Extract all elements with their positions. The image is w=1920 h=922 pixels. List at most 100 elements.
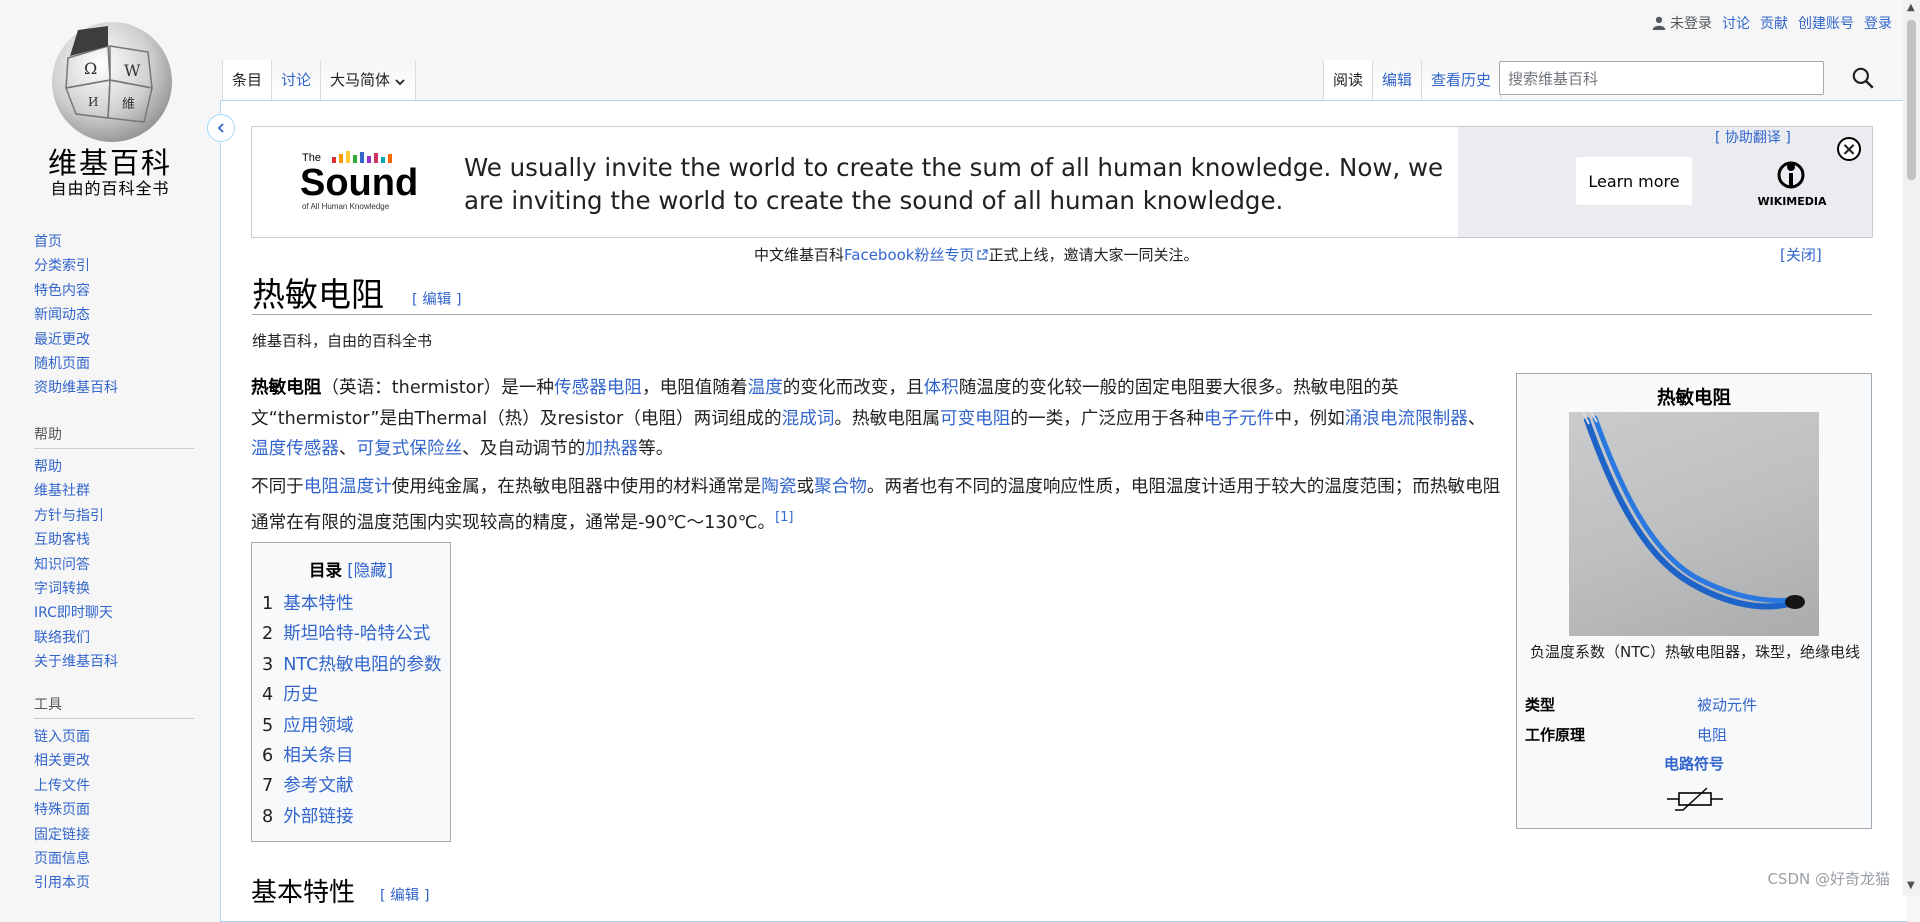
nav-help-item-2[interactable]: 方针与指引 xyxy=(34,504,194,528)
nav-main-item-4[interactable]: 最近更改 xyxy=(34,328,194,352)
reference-1[interactable]: [1] xyxy=(775,510,793,525)
chevron-left-icon xyxy=(217,123,224,133)
link-electronic-component[interactable]: 电子元件 xyxy=(1204,409,1274,429)
thermistor-photo[interactable] xyxy=(1569,412,1819,636)
link-polymer[interactable]: 聚合物 xyxy=(814,477,867,497)
nav-tools-item-1[interactable]: 相关更改 xyxy=(34,749,194,773)
nav-help-item-6[interactable]: IRC即时聊天 xyxy=(34,601,194,625)
section-edit-link[interactable]: [ 编辑 ] xyxy=(380,884,430,905)
toc-item-7[interactable]: 7 参考文献 xyxy=(262,771,450,801)
toc-link[interactable]: 外部链接 xyxy=(283,807,353,827)
link-portmanteau[interactable]: 混成词 xyxy=(782,409,835,429)
link-ceramic[interactable]: 陶瓷 xyxy=(761,477,796,497)
link-temperature-sensor[interactable]: 温度传感器 xyxy=(251,439,339,459)
scrollbar-thumb[interactable] xyxy=(1907,20,1916,180)
scrollbar[interactable]: ▲ ▼ xyxy=(1903,0,1920,896)
link-heater[interactable]: 加热器 xyxy=(585,439,638,459)
tab-article[interactable]: 条目 xyxy=(222,60,272,100)
toc-title-row: 目录 [隐藏] xyxy=(252,557,450,581)
link-inrush-limiter[interactable]: 涌浪电流限制器 xyxy=(1345,409,1468,429)
nav-main-item-0[interactable]: 首页 xyxy=(34,230,194,254)
nav-tools-item-3[interactable]: 特殊页面 xyxy=(34,798,194,822)
scroll-up-icon[interactable]: ▲ xyxy=(1907,2,1915,13)
toc-item-3[interactable]: 3 NTC热敏电阻的参数 xyxy=(262,650,450,680)
wikipedia-logo[interactable]: Ω W И 維 维基百科 自由的百科全书 xyxy=(30,18,190,198)
nav-help: 帮助 帮助 维基社群 方针与指引 互助客栈 知识问答 字词转换 IRC即时聊天 联络我们 关于维… xyxy=(34,424,194,675)
toc-item-2[interactable]: 2 斯坦哈特-哈特公式 xyxy=(262,619,450,649)
puzzle-globe-icon: Ω W И 維 xyxy=(52,22,172,142)
scroll-down-icon[interactable]: ▼ xyxy=(1907,880,1915,891)
infobox-principle-key: 工作原理 xyxy=(1525,726,1586,744)
nav-main-item-2[interactable]: 特色内容 xyxy=(34,279,194,303)
nav-help-item-5[interactable]: 字词转换 xyxy=(34,577,194,601)
login-link[interactable]: 登录 xyxy=(1864,13,1892,33)
toc-item-1[interactable]: 1 基本特性 xyxy=(262,589,450,619)
learn-more-button[interactable]: Learn more xyxy=(1576,157,1692,205)
tab-edit[interactable]: 编辑 xyxy=(1371,60,1421,100)
nav-help-item-4[interactable]: 知识问答 xyxy=(34,553,194,577)
variant-dropdown[interactable]: 大马简体 xyxy=(320,60,417,100)
nav-tools-item-6[interactable]: 引用本页 xyxy=(34,871,194,895)
nav-help-list: 帮助 维基社群 方针与指引 互助客栈 知识问答 字词转换 IRC即时聊天 联络我们 关于维基百科 xyxy=(34,455,194,675)
toc-link[interactable]: 相关条目 xyxy=(283,746,353,766)
wikimedia-label: WIKIMEDIA xyxy=(1757,195,1827,208)
contributions-link[interactable]: 贡献 xyxy=(1760,13,1788,33)
nav-main-item-1[interactable]: 分类索引 xyxy=(34,254,194,278)
nav-main-item-6[interactable]: 资助维基百科 xyxy=(34,376,194,400)
tab-read[interactable]: 阅读 xyxy=(1322,60,1372,100)
thermistor-symbol-icon[interactable] xyxy=(1665,784,1725,814)
nav-help-item-1[interactable]: 维基社群 xyxy=(34,479,194,503)
toc-link[interactable]: 历史 xyxy=(283,685,318,705)
intro-paragraph-1: 热敏电阻（英语：thermistor）是一种传感器电阻，电阻值随着温度的变化而改… xyxy=(251,373,1501,465)
assist-translate-link[interactable]: [ 协助翻译 ] xyxy=(1715,127,1791,147)
talk-link[interactable]: 讨论 xyxy=(1722,13,1750,33)
toc-link[interactable]: NTC热敏电阻的参数 xyxy=(283,655,441,675)
toc-item-4[interactable]: 4 历史 xyxy=(262,680,450,710)
link-sensor-resistor[interactable]: 传感器电阻 xyxy=(554,378,642,398)
link-volume[interactable]: 体积 xyxy=(924,378,959,398)
nav-tools-item-0[interactable]: 链入页面 xyxy=(34,725,194,749)
nav-main-list: 首页 分类索引 特色内容 新闻动态 最近更改 随机页面 资助维基百科 xyxy=(34,230,194,401)
toc-item-6[interactable]: 6 相关条目 xyxy=(262,741,450,771)
search-input[interactable]: 搜索维基百科 xyxy=(1499,61,1824,95)
infobox-type-value[interactable]: 被动元件 xyxy=(1697,694,1757,715)
search-icon[interactable] xyxy=(1850,65,1876,91)
link-variable-resistor[interactable]: 可变电阻 xyxy=(940,409,1010,429)
notice-close-link[interactable]: [关闭] xyxy=(1780,244,1822,265)
toc-link[interactable]: 斯坦哈特-哈特公式 xyxy=(283,624,430,644)
toc-link[interactable]: 基本特性 xyxy=(283,594,353,614)
circuit-symbol-header[interactable]: 电路符号 xyxy=(1517,753,1871,774)
infobox-principle-value[interactable]: 电阻 xyxy=(1697,724,1727,745)
nav-help-item-0[interactable]: 帮助 xyxy=(34,455,194,479)
toc-item-8[interactable]: 8 外部链接 xyxy=(262,802,450,832)
nav-help-item-7[interactable]: 联络我们 xyxy=(34,626,194,650)
title-edit-link[interactable]: [ 编辑 ] xyxy=(412,288,462,309)
link-temperature[interactable]: 温度 xyxy=(748,378,783,398)
nav-tools-item-4[interactable]: 固定链接 xyxy=(34,823,194,847)
toc-number: 2 xyxy=(262,624,274,645)
text: 、及自动调节的 xyxy=(462,439,586,459)
link-resettable-fuse[interactable]: 可复式保险丝 xyxy=(357,439,463,459)
nav-help-item-3[interactable]: 互助客栈 xyxy=(34,528,194,552)
nav-tools-item-2[interactable]: 上传文件 xyxy=(34,774,194,798)
link-resistance-thermometer[interactable]: 电阻温度计 xyxy=(304,477,392,497)
close-icon: × xyxy=(1841,138,1857,160)
nav-tools-item-5[interactable]: 页面信息 xyxy=(34,847,194,871)
collapse-sidebar-button[interactable] xyxy=(207,114,235,142)
toc-item-5[interactable]: 5 应用领域 xyxy=(262,711,450,741)
banner-close-button[interactable]: × xyxy=(1837,137,1861,161)
nav-main-item-5[interactable]: 随机页面 xyxy=(34,352,194,376)
fundraising-banner: The Sound of All Human Knowledge We usua… xyxy=(251,126,1873,238)
tab-history[interactable]: 查看历史 xyxy=(1420,60,1501,100)
notice-prefix: 中文维基百科 xyxy=(754,246,845,264)
toc-link[interactable]: 参考文献 xyxy=(283,776,353,796)
nav-help-item-8[interactable]: 关于维基百科 xyxy=(34,650,194,674)
watermark: CSDN @好奇龙猫 xyxy=(1767,870,1890,888)
nav-main-item-3[interactable]: 新闻动态 xyxy=(34,303,194,327)
toc-hide-link[interactable]: [隐藏] xyxy=(347,561,393,580)
facebook-link[interactable]: Facebook粉丝专页 xyxy=(844,246,974,264)
tab-talk[interactable]: 讨论 xyxy=(271,60,321,100)
text: 的变化而改变，且 xyxy=(782,378,924,398)
toc-link[interactable]: 应用领域 xyxy=(283,716,353,736)
create-account-link[interactable]: 创建账号 xyxy=(1798,13,1854,33)
